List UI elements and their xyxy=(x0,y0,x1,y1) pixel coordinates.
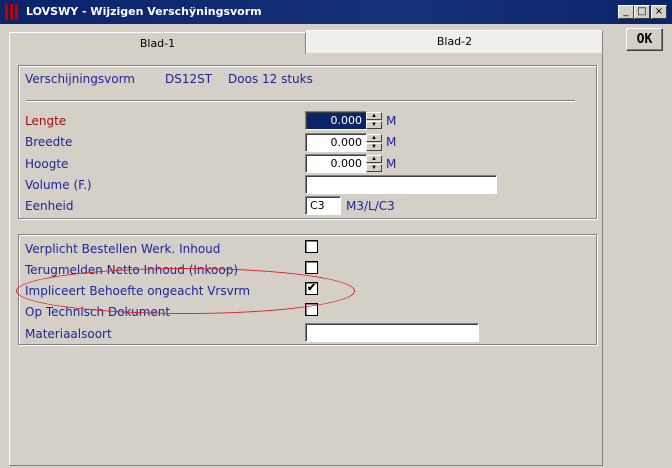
verschijningsvorm-code: DS12ST xyxy=(165,72,213,86)
title-bar[interactable]: LOVSWY - Wijzigen Verschÿningsvorm _ □ × xyxy=(0,0,672,24)
close-button[interactable]: × xyxy=(651,5,667,19)
annotation-ellipse xyxy=(16,268,355,314)
spin-up-icon[interactable]: ▲ xyxy=(366,155,382,163)
separator xyxy=(26,100,575,102)
tab-blad-2[interactable]: Blad-2 xyxy=(306,30,603,54)
lengte-spinner[interactable]: ▲ ▼ xyxy=(366,112,382,129)
verplicht-bestellen-label: Verplicht Bestellen Werk. Inhoud xyxy=(25,242,221,256)
lengte-input[interactable]: 0.000 xyxy=(305,111,367,130)
minimize-button[interactable]: _ xyxy=(618,5,634,19)
volume-input[interactable] xyxy=(305,175,497,194)
eenheid-label: Eenheid xyxy=(25,199,74,213)
app-icon xyxy=(4,4,20,20)
spin-down-icon[interactable]: ▼ xyxy=(366,143,382,151)
spin-down-icon[interactable]: ▼ xyxy=(366,164,382,172)
hoogte-spinner[interactable]: ▲ ▼ xyxy=(366,155,382,172)
window-title: LOVSWY - Wijzigen Verschÿningsvorm xyxy=(26,5,262,18)
maximize-button[interactable]: □ xyxy=(634,5,650,19)
spin-down-icon[interactable]: ▼ xyxy=(366,121,382,129)
hoogte-input[interactable]: 0.000 xyxy=(305,154,367,173)
terugmelden-netto-checkbox[interactable] xyxy=(305,261,318,274)
verschijningsvorm-label: Verschijningsvorm xyxy=(25,72,135,86)
lengte-unit: M xyxy=(386,114,397,128)
hoogte-unit: M xyxy=(386,157,397,171)
spin-up-icon[interactable]: ▲ xyxy=(366,112,382,120)
materiaalsoort-label: Materiaalsoort xyxy=(25,327,112,341)
verplicht-bestellen-checkbox[interactable] xyxy=(305,240,318,253)
breedte-label: Breedte xyxy=(25,135,73,149)
spin-up-icon[interactable]: ▲ xyxy=(366,134,382,142)
eenheid-input[interactable]: C3 xyxy=(305,196,341,215)
verschijningsvorm-description: Doos 12 stuks xyxy=(228,72,313,86)
breedte-unit: M xyxy=(386,135,397,149)
hoogte-label: Hoogte xyxy=(25,157,69,171)
volume-label: Volume (F.) xyxy=(25,178,92,192)
materiaalsoort-input[interactable] xyxy=(305,323,479,342)
tab-blad-1[interactable]: Blad-1 xyxy=(9,32,306,54)
ok-button[interactable]: OK xyxy=(626,28,663,51)
breedte-spinner[interactable]: ▲ ▼ xyxy=(366,134,382,151)
breedte-input[interactable]: 0.000 xyxy=(305,133,367,152)
lengte-label: Lengte xyxy=(25,114,67,128)
eenheid-hint: M3/L/C3 xyxy=(346,199,395,213)
